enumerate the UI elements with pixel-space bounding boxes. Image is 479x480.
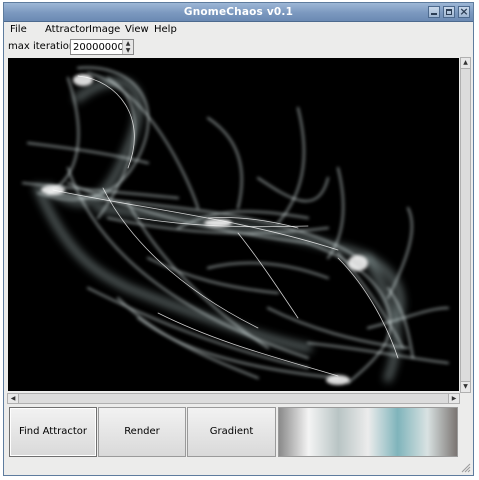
maximize-icon [446, 9, 452, 15]
spinner-up-icon[interactable]: ▲ [123, 40, 133, 47]
window-title: GnomeChaos v0.1 [183, 6, 294, 18]
maximize-button[interactable] [443, 6, 455, 18]
gradient-preview [278, 407, 458, 457]
menu-help[interactable]: Help [154, 24, 177, 35]
close-icon: × [459, 5, 469, 18]
vertical-scrollbar[interactable]: ▲ ▼ [460, 57, 471, 393]
spinner-down-icon[interactable]: ▼ [123, 47, 133, 54]
resize-grip-icon[interactable] [461, 463, 471, 473]
scroll-left-icon[interactable]: ◀ [8, 394, 19, 403]
max-iterations-input[interactable] [72, 40, 124, 54]
render-button[interactable]: Render [98, 407, 186, 457]
minimize-icon [431, 13, 437, 15]
menu-attractor[interactable]: Attractor [45, 24, 89, 35]
scroll-down-icon[interactable]: ▼ [461, 381, 470, 392]
horizontal-scrollbar[interactable]: ◀ ▶ [7, 393, 460, 404]
attractor-image [22, 66, 449, 385]
menu-view[interactable]: View [125, 24, 149, 35]
scroll-right-icon[interactable]: ▶ [448, 394, 459, 403]
spinner-arrows[interactable]: ▲ ▼ [122, 40, 133, 54]
attractor-strokes [22, 66, 449, 385]
menu-image[interactable]: Image [89, 24, 120, 35]
app-window: GnomeChaos v0.1 × File Attractor Image V… [3, 2, 474, 476]
scroll-up-icon[interactable]: ▲ [461, 58, 470, 69]
minimize-button[interactable] [428, 6, 440, 18]
menu-file[interactable]: File [10, 24, 27, 35]
attractor-canvas[interactable] [8, 58, 459, 391]
gradient-button[interactable]: Gradient [187, 407, 276, 457]
find-attractor-button[interactable]: Find Attractor [9, 407, 97, 457]
menu-bar: File Attractor Image View Help [4, 22, 473, 38]
close-button[interactable]: × [458, 5, 470, 18]
title-bar[interactable]: GnomeChaos v0.1 × [4, 3, 473, 22]
max-iterations-spinner[interactable]: ▲ ▼ [70, 39, 134, 55]
